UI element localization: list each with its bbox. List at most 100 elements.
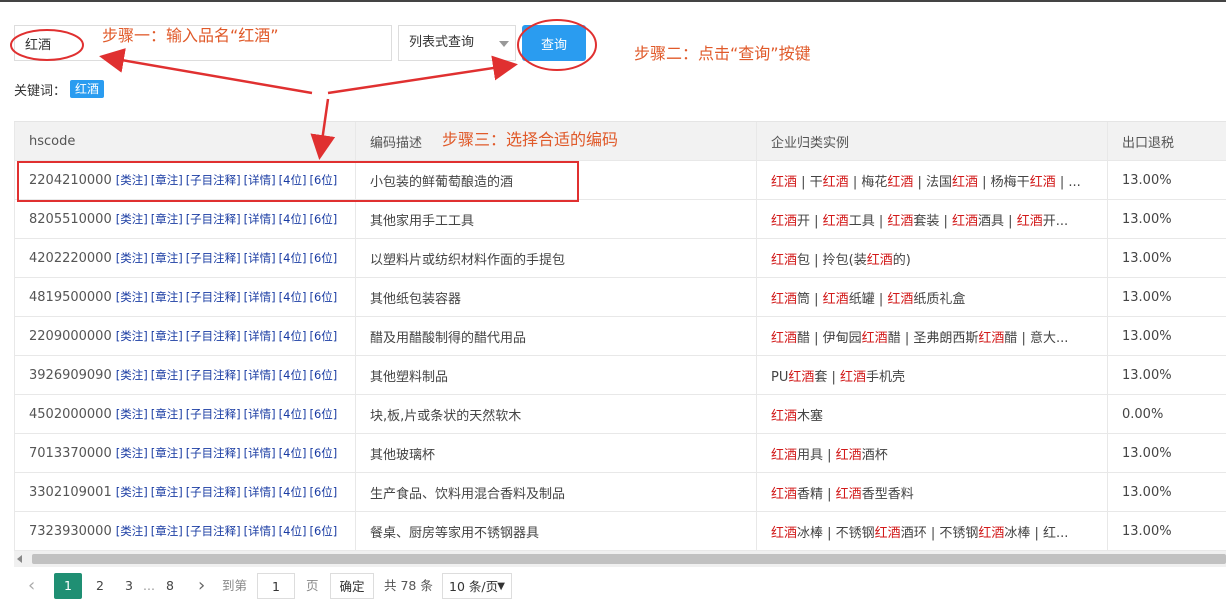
hscode-link[interactable]: [章注] (151, 212, 183, 226)
hscode-value[interactable]: 8205510000 (29, 212, 112, 227)
hscode-link[interactable]: [详情] (244, 446, 276, 460)
hscode-link[interactable]: [子目注释] (186, 251, 241, 265)
hscode-value[interactable]: 4819500000 (29, 290, 112, 305)
keyword-tag[interactable]: 红酒 (70, 80, 105, 98)
page-size-select[interactable]: 10 条/页 ▼ (442, 573, 512, 599)
hscode-link[interactable]: [子目注释] (186, 368, 241, 382)
hscode-link[interactable]: [详情] (244, 251, 276, 265)
hscode-link[interactable]: [详情] (244, 329, 276, 343)
hscode-link[interactable]: [子目注释] (186, 446, 241, 460)
hscode-link[interactable]: [6位] (309, 446, 337, 460)
hscode-link[interactable]: [详情] (244, 485, 276, 499)
hscode-link[interactable]: [4位] (279, 446, 307, 460)
table-row[interactable]: 3302109001 [类注] [章注] [子目注释] [详情] [4位] [6位] 生产食品… (14, 472, 1226, 512)
table-row[interactable]: 4819500000 [类注] [章注] [子目注释] [详情] [4位] [6位] 其他纸包… (14, 277, 1226, 317)
hscode-link[interactable]: [章注] (151, 173, 183, 187)
table-row[interactable]: 8205510000 [类注] [章注] [子目注释] [详情] [4位] [6位] 其他家用… (14, 199, 1226, 239)
hscode-value[interactable]: 3926909090 (29, 368, 112, 383)
hscode-link[interactable]: [类注] (116, 368, 148, 382)
scroll-left-icon[interactable] (17, 555, 22, 563)
hscode-link[interactable]: [详情] (244, 212, 276, 226)
table-row[interactable]: 2209000000 [类注] [章注] [子目注释] [详情] [4位] [6位] 醋及用醋… (14, 316, 1226, 356)
hscode-value[interactable]: 4202220000 (29, 251, 112, 266)
hscode-value[interactable]: 4502000000 (29, 407, 112, 422)
hscode-link[interactable]: [章注] (151, 485, 183, 499)
hscode-link[interactable]: [子目注释] (186, 524, 241, 538)
table-row[interactable]: 2204210000 [类注] [章注] [子目注释] [详情] [4位] [6位] 小包装的… (14, 160, 1226, 200)
hscode-link[interactable]: [详情] (244, 368, 276, 382)
hscode-link[interactable]: [类注] (116, 524, 148, 538)
goto-confirm-button[interactable]: 确定 (330, 573, 374, 599)
hscode-link[interactable]: [6位] (309, 368, 337, 382)
hscode-link[interactable]: [子目注释] (186, 407, 241, 421)
hscode-link[interactable]: [6位] (309, 212, 337, 226)
page-8[interactable]: 8 (164, 573, 176, 599)
horizontal-scrollbar[interactable] (14, 551, 1226, 567)
hscode-value[interactable]: 2204210000 (29, 173, 112, 188)
hscode-link[interactable]: [章注] (151, 407, 183, 421)
hscode-link[interactable]: [类注] (116, 173, 148, 187)
hscode-link[interactable]: [6位] (309, 407, 337, 421)
hscode-link[interactable]: [类注] (116, 290, 148, 304)
hscode-link[interactable]: [章注] (151, 251, 183, 265)
page-2[interactable]: 2 (94, 573, 106, 599)
hscode-link[interactable]: [4位] (279, 368, 307, 382)
table-row[interactable]: 7013370000 [类注] [章注] [子目注释] [详情] [4位] [6位] 其他玻璃… (14, 433, 1226, 473)
hscode-value[interactable]: 7323930000 (29, 524, 112, 539)
hscode-link[interactable]: [6位] (309, 173, 337, 187)
hscode-link[interactable]: [子目注释] (186, 485, 241, 499)
hscode-link[interactable]: [4位] (279, 173, 307, 187)
hscode-link[interactable]: [章注] (151, 446, 183, 460)
hscode-link[interactable]: [4位] (279, 329, 307, 343)
page-1[interactable]: 1 (54, 573, 82, 599)
hscode-link[interactable]: [6位] (309, 524, 337, 538)
page-3[interactable]: 3 (123, 573, 135, 599)
table-row[interactable]: 4502000000 [类注] [章注] [子目注释] [详情] [4位] [6位] 块,板,… (14, 394, 1226, 434)
hscode-value[interactable]: 3302109001 (29, 485, 112, 500)
rebate-cell: 13.00% (1107, 160, 1226, 200)
hscode-link[interactable]: [子目注释] (186, 290, 241, 304)
hscode-link[interactable]: [章注] (151, 368, 183, 382)
goto-page-input[interactable]: 1 (257, 573, 295, 599)
table-row[interactable]: 7323930000 [类注] [章注] [子目注释] [详情] [4位] [6位] 餐桌、厨… (14, 511, 1226, 551)
hscode-link[interactable]: [6位] (309, 290, 337, 304)
hscode-link[interactable]: [章注] (151, 524, 183, 538)
hscode-link[interactable]: [子目注释] (186, 173, 241, 187)
hscode-link[interactable]: [详情] (244, 524, 276, 538)
keyword-highlight: 红酒 (835, 486, 862, 502)
next-page-icon[interactable]: › (198, 573, 205, 599)
hscode-value[interactable]: 7013370000 (29, 446, 112, 461)
query-mode-select[interactable]: 列表式查询 (398, 25, 516, 61)
hscode-link[interactable]: [子目注释] (186, 329, 241, 343)
table-row[interactable]: 4202220000 [类注] [章注] [子目注释] [详情] [4位] [6位] 以塑料片… (14, 238, 1226, 278)
hscode-link[interactable]: [章注] (151, 290, 183, 304)
hscode-link[interactable]: [类注] (116, 485, 148, 499)
hscode-link[interactable]: [章注] (151, 329, 183, 343)
hscode-link[interactable]: [4位] (279, 251, 307, 265)
hscode-link[interactable]: [4位] (279, 524, 307, 538)
hscode-link[interactable]: [4位] (279, 212, 307, 226)
hscode-link[interactable]: [类注] (116, 329, 148, 343)
hscode-link[interactable]: [6位] (309, 251, 337, 265)
hscode-link[interactable]: [6位] (309, 485, 337, 499)
prev-page-icon[interactable]: ‹ (28, 573, 35, 599)
hscode-link[interactable]: [类注] (116, 212, 148, 226)
hscode-link[interactable]: [6位] (309, 329, 337, 343)
hscode-value[interactable]: 2209000000 (29, 329, 112, 344)
hscode-link[interactable]: [4位] (279, 485, 307, 499)
hscode-link[interactable]: [4位] (279, 407, 307, 421)
hscode-link[interactable]: [详情] (244, 290, 276, 304)
header-examples: 企业归类实例 (756, 122, 1108, 161)
hscode-link[interactable]: [4位] (279, 290, 307, 304)
hscode-link[interactable]: [类注] (116, 407, 148, 421)
query-button[interactable]: 查询 (522, 25, 586, 61)
table-row[interactable]: 3926909090 [类注] [章注] [子目注释] [详情] [4位] [6位] 其他塑料… (14, 355, 1226, 395)
hscode-link[interactable]: [类注] (116, 446, 148, 460)
hscode-link[interactable]: [详情] (244, 407, 276, 421)
hscode-link[interactable]: [子目注释] (186, 212, 241, 226)
hscode-link[interactable]: [详情] (244, 173, 276, 187)
scrollbar-thumb[interactable] (32, 554, 1226, 564)
keyword-highlight: 红酒 (861, 330, 888, 346)
hscode-link[interactable]: [类注] (116, 251, 148, 265)
hscode-cell: 4502000000 [类注] [章注] [子目注释] [详情] [4位] [6位] (14, 394, 356, 434)
